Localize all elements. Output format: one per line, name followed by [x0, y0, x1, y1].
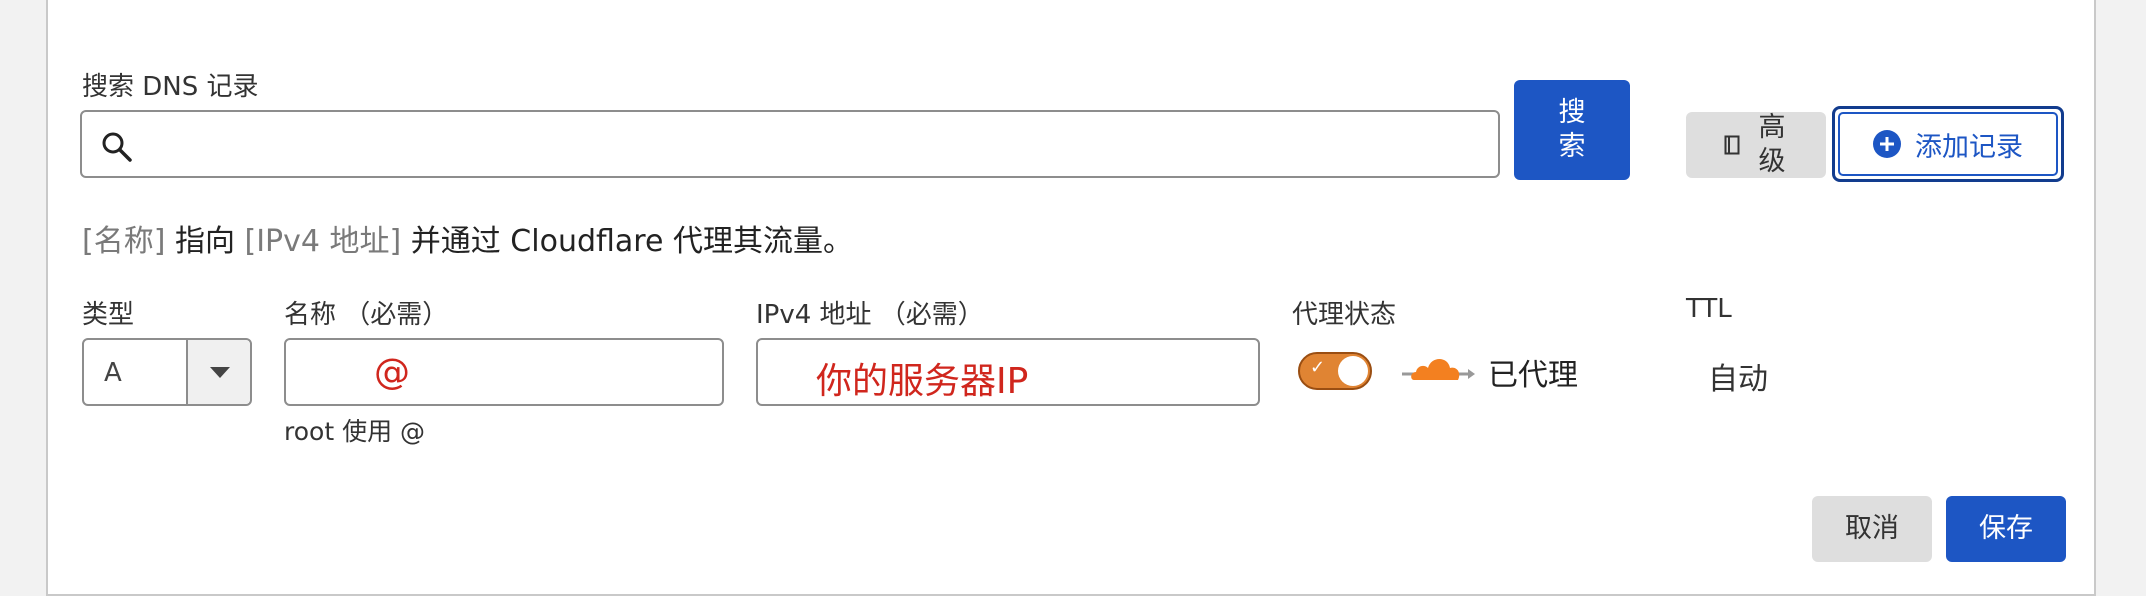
proxy-status-label: 代理状态: [1292, 300, 1397, 330]
type-select[interactable]: A: [82, 338, 252, 406]
ttl-label: TTL: [1686, 294, 1732, 324]
description-rest: 并通过 Cloudflare 代理其流量。: [401, 224, 853, 259]
ttl-value: 自动: [1708, 362, 1768, 397]
focus-ring: [1838, 112, 2058, 176]
search-button-label: 搜索: [1558, 97, 1586, 162]
ip-label: IPv4 地址 （必需）: [756, 300, 984, 330]
advanced-button[interactable]: 高级: [1686, 112, 1826, 178]
advanced-button-label: 高级: [1758, 112, 1786, 177]
ipv4-field-value: 你的服务器IP: [816, 361, 1029, 402]
search-icon: [102, 132, 132, 162]
book-icon: [1724, 135, 1740, 155]
name-field[interactable]: @: [284, 338, 724, 406]
ip-token: [IPv4 地址]: [244, 224, 402, 259]
cancel-button[interactable]: 取消: [1812, 496, 1932, 562]
search-label: 搜索 DNS 记录: [82, 72, 259, 102]
search-input[interactable]: [80, 110, 1500, 178]
save-button-label: 保存: [1979, 513, 2033, 544]
name-token: [名称]: [82, 224, 166, 259]
ipv4-field[interactable]: 你的服务器IP: [756, 338, 1260, 406]
cancel-button-label: 取消: [1845, 513, 1899, 544]
name-field-value: @: [374, 352, 410, 393]
type-select-value: A: [104, 358, 122, 388]
search-button[interactable]: 搜索: [1514, 80, 1630, 180]
cloud-icon: [1402, 359, 1475, 380]
save-button[interactable]: 保存: [1946, 496, 2066, 562]
proxy-toggle[interactable]: ✓: [1298, 352, 1372, 390]
name-label: 名称 （必需）: [284, 300, 449, 330]
record-description: [名称] 指向 [IPv4 地址] 并通过 Cloudflare 代理其流量。: [82, 216, 853, 260]
check-icon: ✓: [1310, 357, 1326, 378]
add-record-button[interactable]: 添加记录: [1832, 106, 2064, 182]
type-label: 类型: [82, 300, 135, 330]
chevron-down-icon[interactable]: [186, 340, 250, 404]
points-to-text: 指向: [165, 224, 245, 259]
name-hint: root 使用 @: [284, 417, 426, 446]
proxy-status-text: 已代理: [1488, 358, 1578, 393]
plus-circle-icon: [1873, 130, 1901, 158]
toggle-knob: [1338, 356, 1368, 386]
dns-record-panel: 搜索 DNS 记录 搜索 高级 添加记录 [名称] 指向 [IPv4 地址] 并…: [46, 0, 2096, 596]
